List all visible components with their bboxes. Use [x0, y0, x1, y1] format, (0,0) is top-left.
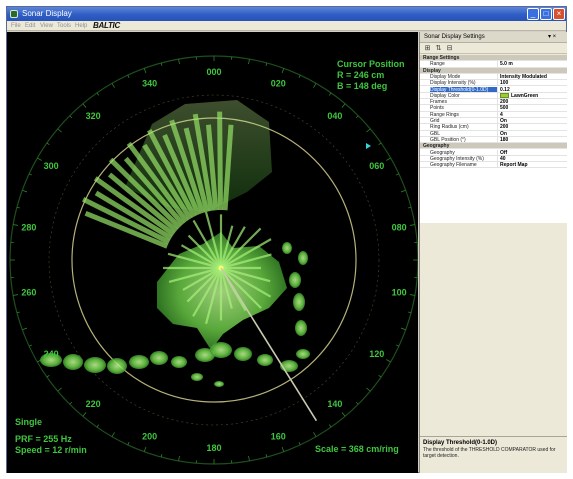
- property-label: GBL: [430, 130, 498, 136]
- settings-panel-header: Sonar Display Settings ▾ ×: [420, 32, 567, 43]
- bearing-label: 220: [86, 399, 101, 409]
- bearing-label: 120: [369, 349, 384, 359]
- bearing-label: 000: [206, 67, 221, 77]
- bearing-label: 040: [327, 111, 342, 121]
- sort-alphabetical-icon[interactable]: ⇅: [434, 44, 443, 53]
- property-label: Range: [430, 61, 498, 67]
- description-title: Display Threshold(0-1.0D): [423, 440, 498, 446]
- color-swatch: [500, 92, 509, 98]
- property-label: Points: [430, 105, 498, 111]
- settings-panel: Sonar Display Settings ▾ × ⊞ ⇅ ⊟ Range S…: [419, 32, 567, 473]
- window-title: Sonar Display: [22, 9, 72, 18]
- property-pages-icon[interactable]: ⊟: [445, 44, 454, 53]
- bearing-label: 180: [206, 443, 221, 453]
- settings-panel-title: Sonar Display Settings: [424, 34, 485, 40]
- cursor-range-readout: R = 246 cm: [337, 70, 384, 80]
- property-description: Display Threshold(0-1.0D) The threshold …: [420, 436, 567, 473]
- title-bar[interactable]: Sonar Display _ □ ×: [7, 7, 566, 21]
- bearing-label: 080: [392, 222, 407, 232]
- property-label: GBL Position (°): [430, 136, 498, 143]
- minimize-button[interactable]: _: [527, 8, 539, 20]
- property-label: Display Intensity (%): [430, 80, 498, 86]
- property-label: Display Threshold(0-1.0D): [430, 86, 498, 92]
- description-text: The threshold of the THRESHOLD COMPARATO…: [423, 447, 556, 459]
- sonar-echo-center: [157, 211, 287, 350]
- property-value[interactable]: 5.0 m: [500, 61, 566, 66]
- property-value[interactable]: Intensity Modulated: [500, 74, 566, 79]
- property-label: Ring Radius (cm): [430, 124, 498, 130]
- property-label: Geography: [423, 143, 450, 149]
- property-label: Display Color: [430, 92, 498, 99]
- property-label: Range Settings: [423, 55, 460, 61]
- bearing-label: 320: [86, 111, 101, 121]
- menu-item-help[interactable]: Help: [75, 22, 87, 30]
- property-value[interactable]: LawnGreen: [500, 92, 566, 99]
- property-value[interactable]: 40: [500, 156, 566, 161]
- cursor-bearing-readout: B = 148 deg: [337, 81, 387, 91]
- property-value[interactable]: 200: [500, 99, 566, 104]
- bearing-label: 260: [21, 288, 36, 298]
- menu-item-file[interactable]: File: [11, 22, 21, 30]
- property-value[interactable]: 0.12: [500, 87, 566, 92]
- sonar-echo-fan: [82, 100, 272, 249]
- property-value[interactable]: Report Map: [500, 162, 566, 167]
- property-value[interactable]: 200: [500, 124, 566, 129]
- property-label: Frames: [430, 99, 498, 105]
- bearing-label: 340: [142, 78, 157, 88]
- prf-readout: PRF = 255 Hz: [15, 434, 72, 444]
- property-label: Geography Filename: [430, 162, 498, 168]
- property-value[interactable]: On: [500, 131, 566, 136]
- bearing-label: 240: [44, 349, 59, 359]
- bearing-label: 160: [271, 432, 286, 442]
- menu-item-view[interactable]: View: [40, 22, 53, 30]
- bearing-label: 020: [271, 78, 286, 88]
- speed-readout: Speed = 12 r/min: [15, 445, 87, 455]
- bearing-label: 280: [21, 222, 36, 232]
- menu-bar: File Edit View Tools Help BALTIC: [7, 21, 566, 31]
- bearing-label: 300: [44, 161, 59, 171]
- property-label: Display Mode: [430, 73, 498, 80]
- cursor-position-title: Cursor Position: [337, 59, 405, 69]
- bearing-label: 100: [392, 288, 407, 298]
- close-button[interactable]: ×: [553, 8, 565, 20]
- property-value[interactable]: On: [500, 118, 566, 123]
- property-label: Range Rings: [430, 111, 498, 117]
- panel-pin-close-icon[interactable]: ▾ ×: [548, 33, 556, 41]
- property-value[interactable]: 180: [500, 137, 566, 142]
- settings-toolbar: ⊞ ⇅ ⊟: [420, 43, 567, 54]
- property-label: Display: [423, 67, 441, 73]
- brand-logo: BALTIC: [93, 21, 120, 30]
- sonar-display[interactable]: 000 020 040 060 080 100 120 140 160 180 200 220 240 2…: [7, 32, 418, 473]
- categorized-view-icon[interactable]: ⊞: [423, 44, 432, 53]
- property-label: Geography Intensity (%): [430, 155, 498, 162]
- property-value[interactable]: 4: [500, 112, 566, 117]
- scan-mode-label: Single: [15, 417, 42, 427]
- property-grid: Range Settings Range 5.0 m Display Display M…: [420, 55, 567, 223]
- menu-item-tools[interactable]: Tools: [57, 22, 71, 30]
- property-value-text: LawnGreen: [511, 92, 539, 99]
- menu-item-edit[interactable]: Edit: [25, 22, 35, 30]
- property-label: Grid: [430, 118, 498, 124]
- bearing-label: 140: [327, 399, 342, 409]
- bearing-label: 200: [142, 432, 157, 442]
- property-label: Geography: [430, 149, 498, 155]
- app-icon: [10, 10, 18, 18]
- scale-readout: Scale = 368 cm/ring: [315, 444, 399, 454]
- property-value[interactable]: 100: [500, 80, 566, 85]
- property-row[interactable]: Geography Filename Report Map: [420, 162, 567, 169]
- property-value[interactable]: Off: [500, 150, 566, 155]
- bearing-label: 060: [369, 161, 384, 171]
- property-value[interactable]: 500: [500, 105, 566, 110]
- cursor-marker: [366, 143, 371, 149]
- sonar-app-window: Sonar Display _ □ × File Edit View Tools…: [6, 6, 567, 473]
- maximize-button[interactable]: □: [540, 8, 552, 20]
